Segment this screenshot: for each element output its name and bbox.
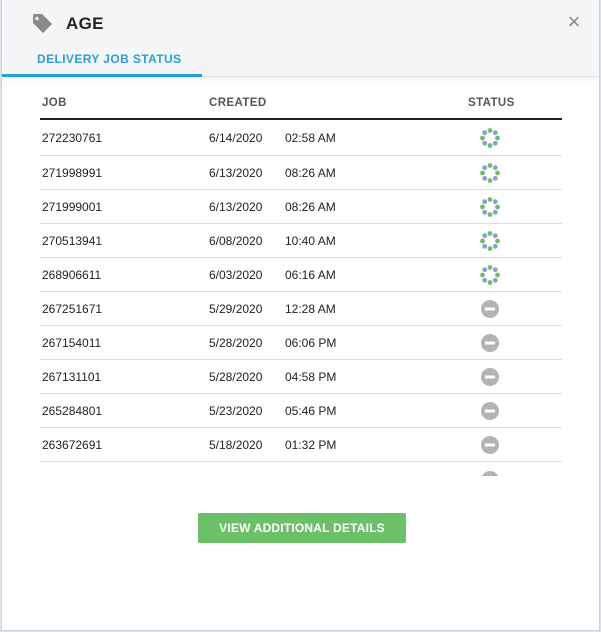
job-id: 271998991	[42, 165, 103, 180]
table-row[interactable]: 267131101 5/28/2020 04:58 PM	[40, 360, 562, 394]
created-date: 6/14/2020	[209, 130, 263, 145]
in-progress-spinner-icon	[480, 127, 500, 148]
view-additional-details-button[interactable]: VIEW ADDITIONAL DETAILS	[198, 513, 406, 543]
table-row[interactable]: 270513941 6/08/2020 10:40 AM	[40, 224, 562, 258]
job-id: 267251671	[42, 301, 103, 316]
table-row[interactable]: 268906611 6/03/2020 06:16 AM	[40, 258, 562, 292]
modal-header: AGE × DELIVERY JOB STATUS	[2, 0, 599, 77]
table-row[interactable]: 265284801 5/23/2020 05:46 PM	[40, 394, 562, 428]
in-progress-spinner-icon	[480, 162, 500, 183]
job-id: 265284801	[42, 403, 103, 418]
job-status-table: JOB CREATED STATUS 272230761 6/14/2020 02:…	[40, 90, 562, 476]
tab-delivery-job-status[interactable]: DELIVERY JOB STATUS	[2, 48, 202, 77]
created-time: 06:16 AM	[285, 267, 336, 282]
created-date: 5/23/2020	[209, 403, 263, 418]
created-date: 5/29/2020	[209, 301, 263, 316]
in-progress-spinner-icon	[480, 196, 500, 217]
close-icon[interactable]: ×	[562, 10, 586, 34]
tab-label: DELIVERY JOB STATUS	[37, 52, 182, 66]
job-id: 267154011	[42, 335, 102, 350]
canceled-minus-icon	[481, 435, 499, 454]
created-time: 01:32 PM	[285, 437, 337, 452]
modal-title: AGE	[66, 14, 104, 33]
tag-icon	[33, 14, 52, 33]
table-row[interactable]: 267154011 5/28/2020 06:06 PM	[40, 326, 562, 360]
job-id: 268906611	[42, 267, 102, 282]
canceled-minus-icon	[481, 299, 499, 318]
created-date: 5/18/2020	[209, 437, 263, 452]
delivery-status-modal: AGE × DELIVERY JOB STATUS JOB CREATED ST…	[2, 0, 599, 630]
job-id: 271999001	[42, 199, 103, 214]
canceled-minus-icon	[481, 401, 499, 420]
table-body: 272230761 6/14/2020 02:58 AM 271998991 6/13/…	[40, 120, 562, 462]
created-time: 06:06 PM	[285, 335, 337, 350]
canceled-minus-icon	[481, 471, 499, 476]
created-time: 05:46 PM	[285, 403, 337, 418]
created-date: 6/08/2020	[209, 233, 263, 248]
table-row[interactable]: 267251671 5/29/2020 12:28 AM	[40, 292, 562, 326]
created-time: 04:58 PM	[285, 369, 337, 384]
created-time: 12:28 AM	[285, 301, 336, 316]
table-row[interactable]: 271999001 6/13/2020 08:26 AM	[40, 190, 562, 224]
table-row[interactable]: 272230761 6/14/2020 02:58 AM	[40, 120, 562, 156]
created-date: 6/13/2020	[209, 165, 263, 180]
created-time: 02:58 AM	[285, 130, 336, 145]
active-tab-indicator	[2, 74, 202, 77]
job-id: 272230761	[42, 130, 103, 145]
created-date: 6/13/2020	[209, 199, 263, 214]
created-time: 08:26 AM	[285, 165, 336, 180]
column-header-job: JOB	[42, 97, 67, 109]
job-id: 267131101	[42, 369, 102, 384]
canceled-minus-icon	[481, 367, 499, 386]
created-date: 6/03/2020	[209, 267, 263, 282]
table-row-partial	[40, 462, 562, 476]
table-row[interactable]: 271998991 6/13/2020 08:26 AM	[40, 156, 562, 190]
in-progress-spinner-icon	[480, 230, 500, 251]
canceled-minus-icon	[481, 333, 499, 352]
created-time: 10:40 AM	[285, 233, 336, 248]
created-date: 5/28/2020	[209, 335, 263, 350]
table-row[interactable]: 263672691 5/18/2020 01:32 PM	[40, 428, 562, 462]
column-header-status: STATUS	[468, 97, 515, 109]
in-progress-spinner-icon	[480, 264, 500, 285]
table-header: JOB CREATED STATUS	[40, 90, 562, 120]
job-id: 263672691	[42, 437, 103, 452]
created-time: 08:26 AM	[285, 199, 336, 214]
column-header-created: CREATED	[209, 97, 267, 109]
created-date: 5/28/2020	[209, 369, 263, 384]
job-id: 270513941	[42, 233, 103, 248]
